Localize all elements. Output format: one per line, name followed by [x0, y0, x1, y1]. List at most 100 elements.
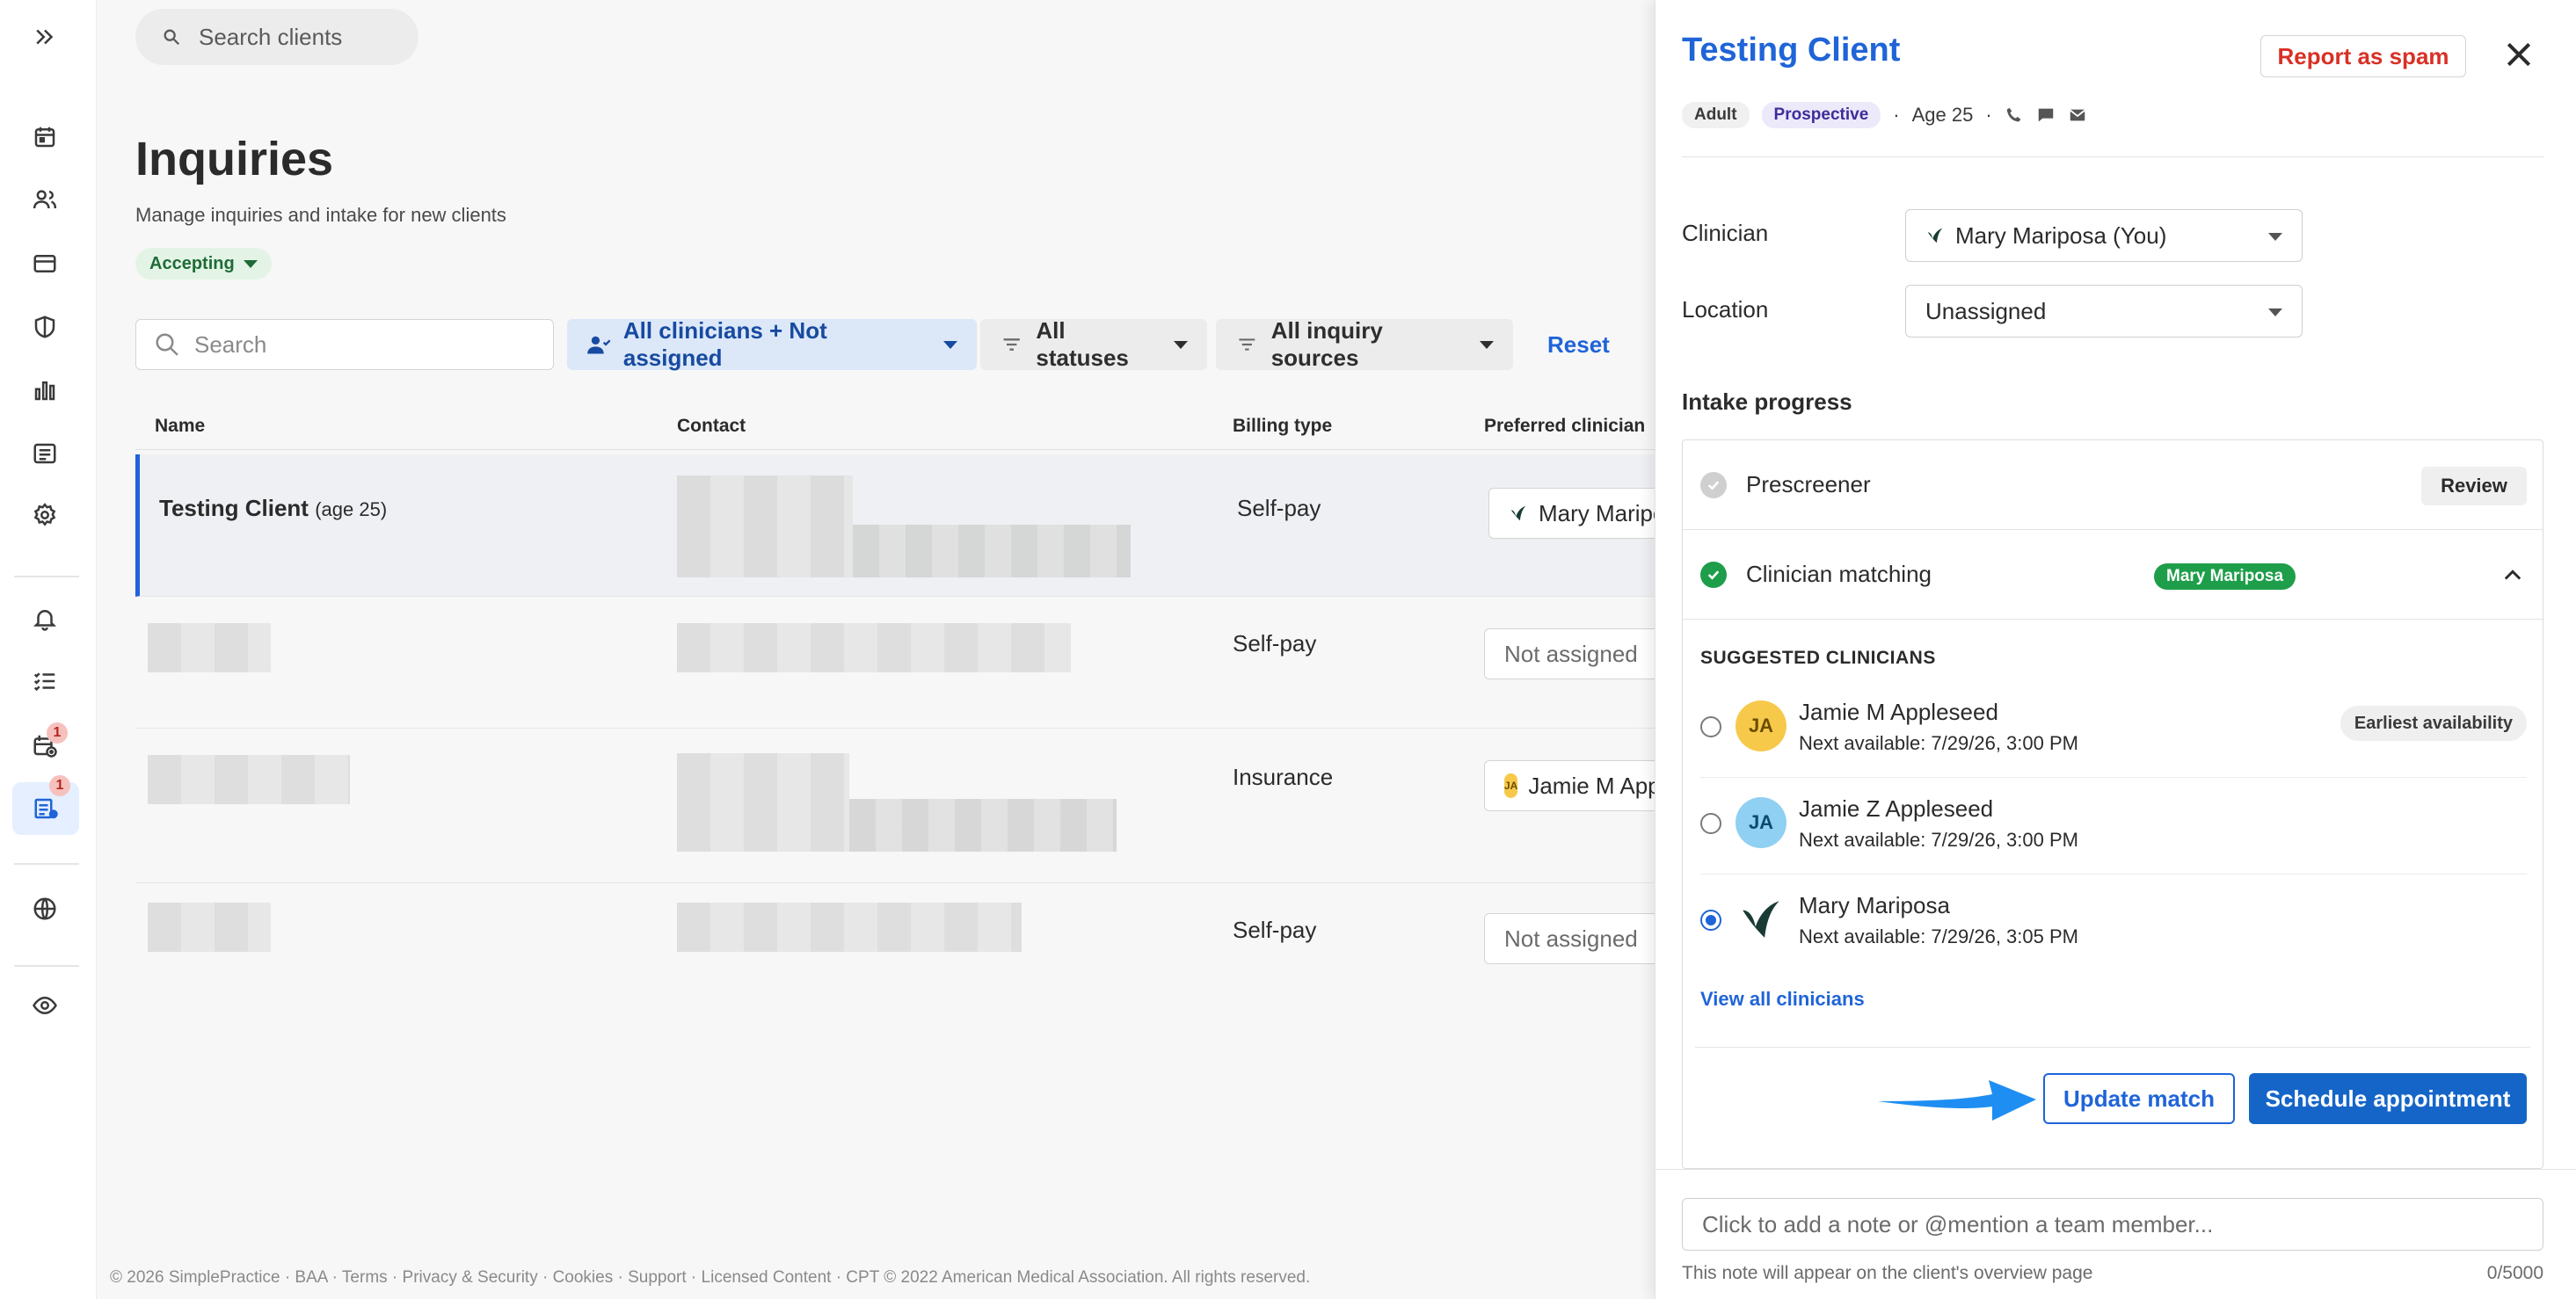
calendar-icon[interactable]	[27, 120, 62, 155]
clinician-filter-button[interactable]: All clinicians + Not assigned	[567, 317, 977, 371]
column-header-contact: Contact	[677, 416, 746, 436]
phone-icon[interactable]	[2005, 105, 2024, 125]
billing-type-cell: Self-pay	[1233, 630, 1317, 657]
reset-filters-link[interactable]: Reset	[1547, 331, 1610, 359]
clinician-select[interactable]: Mary Mariposa (You)	[1905, 209, 2303, 262]
column-header-preferred-clinician: Preferred clinician	[1484, 416, 1646, 436]
clients-icon[interactable]	[27, 182, 62, 217]
earliest-availability-badge: Earliest availability	[2340, 706, 2527, 741]
intake-progress-title: Intake progress	[1682, 388, 1852, 415]
redacted-name	[148, 903, 271, 952]
footer-links: © 2026 SimplePractice · BAA · Terms · Pr…	[110, 1268, 1311, 1287]
report-spam-button[interactable]: Report as spam	[2260, 35, 2466, 77]
suggested-clinician[interactable]: JA Jamie M Appleseed Next available: 7/2…	[1700, 681, 2527, 778]
preview-icon[interactable]	[27, 988, 62, 1023]
expand-sidebar-icon[interactable]	[27, 19, 62, 54]
billing-type-cell: Self-pay	[1237, 495, 1321, 521]
suggested-clinician-name: Jamie Z Appleseed	[1799, 795, 1994, 822]
clinician-select-value: Mary Mariposa (You)	[1955, 221, 2167, 249]
location-label: Location	[1682, 296, 1769, 323]
notifications-icon[interactable]	[27, 601, 62, 636]
page-subtitle: Manage inquiries and intake for new clie…	[135, 204, 506, 226]
suggested-clinician[interactable]: Mary Mariposa Next available: 7/29/26, 3…	[1700, 874, 2527, 971]
clinician-radio[interactable]	[1700, 716, 1721, 737]
note-input[interactable]: Click to add a note or @mention a team m…	[1682, 1198, 2543, 1251]
update-match-button[interactable]: Update match	[2043, 1073, 2235, 1124]
avatar: JA	[1736, 797, 1786, 848]
suggested-clinicians-title: SUGGESTED CLINICIANS	[1700, 648, 1936, 668]
search-icon	[164, 29, 180, 46]
clinician-logo-icon	[1743, 901, 1779, 938]
view-all-clinicians-link[interactable]: View all clinicians	[1700, 988, 1865, 1011]
search-icon	[156, 333, 178, 356]
insurance-icon[interactable]	[27, 309, 62, 345]
chevron-down-icon	[1480, 340, 1494, 349]
billing-type-cell: Self-pay	[1233, 917, 1317, 943]
divider	[1682, 156, 2543, 157]
requests-icon[interactable]: 1	[27, 722, 68, 763]
redacted-name	[148, 623, 271, 672]
divider	[1695, 1047, 2530, 1048]
email-icon[interactable]	[2068, 105, 2087, 125]
clinician-label: Clinician	[1682, 220, 1769, 246]
suggested-clinician-name: Mary Mariposa	[1799, 892, 1950, 918]
clinician-logo-icon	[1510, 505, 1526, 521]
chevron-up-icon[interactable]	[2500, 563, 2525, 588]
client-age: Age 25	[1911, 104, 1974, 126]
redacted-name	[148, 755, 350, 804]
clinician-matching-label: Clinician matching	[1746, 561, 1932, 587]
note-section: Click to add a note or @mention a team m…	[1655, 1169, 2576, 1299]
client-search-input[interactable]: Search clients	[135, 9, 418, 65]
analytics-icon[interactable]	[27, 373, 62, 408]
table-row[interactable]: Self-pay Not assigned	[135, 883, 1713, 999]
suggested-clinician[interactable]: JA Jamie Z Appleseed Next available: 7/2…	[1700, 778, 2527, 874]
location-select[interactable]: Unassigned	[1905, 285, 2303, 337]
meta-separator: ·	[1893, 104, 1900, 126]
status-filter-button[interactable]: All statuses	[980, 317, 1207, 371]
status-filter-label: All statuses	[1036, 317, 1129, 371]
preferred-clinician-value: Not assigned	[1504, 925, 1638, 952]
panel-client-name[interactable]: Testing Client	[1682, 32, 1900, 69]
source-filter-button[interactable]: All inquiry sources	[1216, 317, 1513, 371]
clinician-filter-label: All clinicians + Not assigned	[622, 317, 827, 371]
documents-icon[interactable]	[27, 436, 62, 471]
inquiry-search-input[interactable]: Search	[135, 319, 554, 370]
accepting-status-dropdown[interactable]: Accepting	[135, 248, 272, 279]
filter-icon	[1239, 338, 1255, 351]
next-available: Next available: 7/29/26, 3:00 PM	[1799, 829, 2078, 851]
tasks-icon[interactable]	[27, 664, 62, 699]
page-title: Inquiries	[135, 133, 334, 185]
redacted-contact	[853, 525, 1131, 577]
inquiry-search-placeholder: Search	[194, 330, 267, 358]
client-name: Testing Client	[159, 495, 309, 521]
location-select-value: Unassigned	[1925, 297, 2047, 324]
client-inquiry-panel: Testing Client Report as spam Adult Pros…	[1655, 0, 2576, 1299]
billing-icon[interactable]	[27, 246, 62, 281]
filter-icon	[1003, 338, 1020, 351]
close-icon[interactable]	[2501, 37, 2536, 72]
client-name-cell: Testing Client (age 25)	[159, 495, 387, 522]
topbar: Search clients	[97, 0, 1662, 74]
clinicians-icon	[587, 336, 611, 354]
clinician-logo-icon	[1927, 228, 1943, 243]
table-row[interactable]: Insurance JA Jamie M Appleseed	[135, 729, 1713, 883]
clinician-radio[interactable]	[1700, 813, 1721, 834]
clinician-matching-step[interactable]: Clinician matching Mary Mariposa	[1683, 530, 2543, 620]
clinician-radio[interactable]	[1700, 910, 1721, 931]
main-content: Search clients Inquiries Manage inquirie…	[97, 0, 1717, 1299]
table-row[interactable]: Self-pay Not assigned	[135, 597, 1713, 729]
rail-divider	[14, 863, 79, 865]
message-icon[interactable]	[2036, 105, 2056, 125]
note-placeholder: Click to add a note or @mention a team m…	[1702, 1210, 2214, 1237]
inquiries-icon[interactable]: 1	[12, 775, 79, 835]
schedule-appointment-button[interactable]: Schedule appointment	[2249, 1073, 2527, 1124]
website-icon[interactable]	[27, 891, 62, 926]
check-icon	[1700, 471, 1727, 498]
clinician-avatar: JA	[1504, 773, 1518, 798]
settings-icon[interactable]	[27, 497, 62, 533]
column-header-name: Name	[155, 416, 206, 436]
table-row[interactable]: Testing Client (age 25) Self-pay Mary Ma…	[135, 454, 1717, 597]
chevron-down-icon	[243, 259, 258, 268]
arrow-pointer-icon	[1878, 1080, 2036, 1121]
review-button[interactable]: Review	[2421, 467, 2527, 505]
